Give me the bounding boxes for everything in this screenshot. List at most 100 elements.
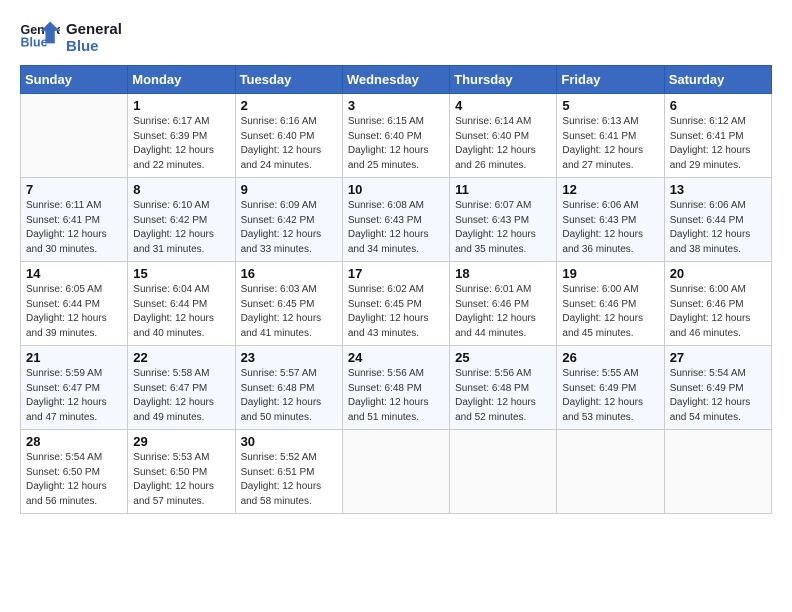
calendar-cell: 11 Sunrise: 6:07 AM Sunset: 6:43 PM Dayli… xyxy=(450,178,557,262)
day-info: Sunrise: 6:05 AM Sunset: 6:44 PM Dayligh… xyxy=(26,283,122,341)
day-number: 2 xyxy=(241,98,337,113)
day-info: Sunrise: 6:10 AM Sunset: 6:42 PM Dayligh… xyxy=(133,199,229,257)
day-number: 20 xyxy=(670,266,766,281)
calendar-cell: 19 Sunrise: 6:00 AM Sunset: 6:46 PM Dayli… xyxy=(557,262,664,346)
day-info: Sunrise: 5:54 AM Sunset: 6:49 PM Dayligh… xyxy=(670,367,766,425)
calendar-cell: 28 Sunrise: 5:54 AM Sunset: 6:50 PM Dayli… xyxy=(21,430,128,514)
calendar-cell xyxy=(664,430,771,514)
calendar-cell: 4Sunrise: 6:14 AM Sunset: 6:40 PM Daylig… xyxy=(450,94,557,178)
day-number: 1 xyxy=(133,98,229,113)
day-number: 5 xyxy=(562,98,658,113)
day-info: Sunrise: 5:54 AM Sunset: 6:50 PM Dayligh… xyxy=(26,451,122,509)
logo: General Blue General Blue xyxy=(20,20,122,55)
calendar-cell: 24 Sunrise: 5:56 AM Sunset: 6:48 PM Dayli… xyxy=(342,346,449,430)
day-info: Sunrise: 5:53 AM Sunset: 6:50 PM Dayligh… xyxy=(133,451,229,509)
weekday-header-friday: Friday xyxy=(557,66,664,94)
calendar-cell: 16 Sunrise: 6:03 AM Sunset: 6:45 PM Dayli… xyxy=(235,262,342,346)
day-number: 26 xyxy=(562,350,658,365)
day-number: 14 xyxy=(26,266,122,281)
day-info: Sunrise: 5:58 AM Sunset: 6:47 PM Dayligh… xyxy=(133,367,229,425)
day-info: Sunrise: 5:55 AM Sunset: 6:49 PM Dayligh… xyxy=(562,367,658,425)
calendar-table: SundayMondayTuesdayWednesdayThursdayFrid… xyxy=(20,65,772,514)
weekday-header-wednesday: Wednesday xyxy=(342,66,449,94)
day-number: 13 xyxy=(670,182,766,197)
day-info: Sunrise: 5:59 AM Sunset: 6:47 PM Dayligh… xyxy=(26,367,122,425)
calendar-cell xyxy=(342,430,449,514)
day-number: 4 xyxy=(455,98,551,113)
calendar-cell: 14 Sunrise: 6:05 AM Sunset: 6:44 PM Dayli… xyxy=(21,262,128,346)
calendar-cell xyxy=(557,430,664,514)
calendar-header-row: SundayMondayTuesdayWednesdayThursdayFrid… xyxy=(21,66,772,94)
calendar-cell: 30Sunrise: 5:52 AM Sunset: 6:51 PM Dayli… xyxy=(235,430,342,514)
day-number: 3 xyxy=(348,98,444,113)
day-number: 25 xyxy=(455,350,551,365)
day-number: 15 xyxy=(133,266,229,281)
calendar-cell: 8 Sunrise: 6:10 AM Sunset: 6:42 PM Daylig… xyxy=(128,178,235,262)
calendar-week-row: 28 Sunrise: 5:54 AM Sunset: 6:50 PM Dayli… xyxy=(21,430,772,514)
day-number: 18 xyxy=(455,266,551,281)
day-number: 9 xyxy=(241,182,337,197)
day-info: Sunrise: 6:12 AM Sunset: 6:41 PM Dayligh… xyxy=(670,115,766,173)
day-number: 22 xyxy=(133,350,229,365)
day-info: Sunrise: 5:56 AM Sunset: 6:48 PM Dayligh… xyxy=(455,367,551,425)
calendar-cell: 10Sunrise: 6:08 AM Sunset: 6:43 PM Dayli… xyxy=(342,178,449,262)
day-number: 28 xyxy=(26,434,122,449)
weekday-header-sunday: Sunday xyxy=(21,66,128,94)
calendar-cell: 6Sunrise: 6:12 AM Sunset: 6:41 PM Daylig… xyxy=(664,94,771,178)
page-header: General Blue General Blue xyxy=(20,20,772,55)
weekday-header-thursday: Thursday xyxy=(450,66,557,94)
calendar-cell: 26 Sunrise: 5:55 AM Sunset: 6:49 PM Dayli… xyxy=(557,346,664,430)
day-info: Sunrise: 6:00 AM Sunset: 6:46 PM Dayligh… xyxy=(670,283,766,341)
calendar-cell: 9 Sunrise: 6:09 AM Sunset: 6:42 PM Daylig… xyxy=(235,178,342,262)
day-info: Sunrise: 5:56 AM Sunset: 6:48 PM Dayligh… xyxy=(348,367,444,425)
calendar-cell: 22 Sunrise: 5:58 AM Sunset: 6:47 PM Dayli… xyxy=(128,346,235,430)
calendar-cell: 25 Sunrise: 5:56 AM Sunset: 6:48 PM Dayli… xyxy=(450,346,557,430)
logo-icon: General Blue xyxy=(20,20,60,55)
day-number: 17 xyxy=(348,266,444,281)
day-number: 16 xyxy=(241,266,337,281)
calendar-cell: 27 Sunrise: 5:54 AM Sunset: 6:49 PM Dayli… xyxy=(664,346,771,430)
day-info: Sunrise: 6:00 AM Sunset: 6:46 PM Dayligh… xyxy=(562,283,658,341)
day-number: 19 xyxy=(562,266,658,281)
calendar-cell: 17 Sunrise: 6:02 AM Sunset: 6:45 PM Dayli… xyxy=(342,262,449,346)
calendar-week-row: 7Sunrise: 6:11 AM Sunset: 6:41 PM Daylig… xyxy=(21,178,772,262)
calendar-cell xyxy=(21,94,128,178)
day-info: Sunrise: 6:16 AM Sunset: 6:40 PM Dayligh… xyxy=(241,115,337,173)
day-number: 23 xyxy=(241,350,337,365)
day-number: 12 xyxy=(562,182,658,197)
calendar-cell: 20 Sunrise: 6:00 AM Sunset: 6:46 PM Dayli… xyxy=(664,262,771,346)
day-number: 7 xyxy=(26,182,122,197)
calendar-cell: 13 Sunrise: 6:06 AM Sunset: 6:44 PM Dayli… xyxy=(664,178,771,262)
calendar-cell: 23 Sunrise: 5:57 AM Sunset: 6:48 PM Dayli… xyxy=(235,346,342,430)
day-number: 29 xyxy=(133,434,229,449)
day-number: 8 xyxy=(133,182,229,197)
day-info: Sunrise: 6:01 AM Sunset: 6:46 PM Dayligh… xyxy=(455,283,551,341)
weekday-header-monday: Monday xyxy=(128,66,235,94)
day-number: 11 xyxy=(455,182,551,197)
day-number: 27 xyxy=(670,350,766,365)
logo-text-bottom: Blue xyxy=(66,38,122,55)
calendar-cell: 15Sunrise: 6:04 AM Sunset: 6:44 PM Dayli… xyxy=(128,262,235,346)
day-info: Sunrise: 6:13 AM Sunset: 6:41 PM Dayligh… xyxy=(562,115,658,173)
weekday-header-saturday: Saturday xyxy=(664,66,771,94)
calendar-cell: 7Sunrise: 6:11 AM Sunset: 6:41 PM Daylig… xyxy=(21,178,128,262)
calendar-cell: 1 Sunrise: 6:17 AM Sunset: 6:39 PM Daylig… xyxy=(128,94,235,178)
day-info: Sunrise: 5:52 AM Sunset: 6:51 PM Dayligh… xyxy=(241,451,337,509)
day-number: 10 xyxy=(348,182,444,197)
day-number: 24 xyxy=(348,350,444,365)
svg-text:Blue: Blue xyxy=(21,35,48,49)
calendar-body: 1 Sunrise: 6:17 AM Sunset: 6:39 PM Daylig… xyxy=(21,94,772,514)
day-info: Sunrise: 6:07 AM Sunset: 6:43 PM Dayligh… xyxy=(455,199,551,257)
calendar-week-row: 21 Sunrise: 5:59 AM Sunset: 6:47 PM Dayli… xyxy=(21,346,772,430)
calendar-cell: 29 Sunrise: 5:53 AM Sunset: 6:50 PM Dayli… xyxy=(128,430,235,514)
calendar-week-row: 14 Sunrise: 6:05 AM Sunset: 6:44 PM Dayli… xyxy=(21,262,772,346)
weekday-header-tuesday: Tuesday xyxy=(235,66,342,94)
day-info: Sunrise: 6:03 AM Sunset: 6:45 PM Dayligh… xyxy=(241,283,337,341)
day-info: Sunrise: 6:09 AM Sunset: 6:42 PM Dayligh… xyxy=(241,199,337,257)
day-info: Sunrise: 6:02 AM Sunset: 6:45 PM Dayligh… xyxy=(348,283,444,341)
day-info: Sunrise: 6:17 AM Sunset: 6:39 PM Dayligh… xyxy=(133,115,229,173)
day-info: Sunrise: 5:57 AM Sunset: 6:48 PM Dayligh… xyxy=(241,367,337,425)
day-info: Sunrise: 6:06 AM Sunset: 6:44 PM Dayligh… xyxy=(670,199,766,257)
calendar-week-row: 1 Sunrise: 6:17 AM Sunset: 6:39 PM Daylig… xyxy=(21,94,772,178)
day-number: 21 xyxy=(26,350,122,365)
